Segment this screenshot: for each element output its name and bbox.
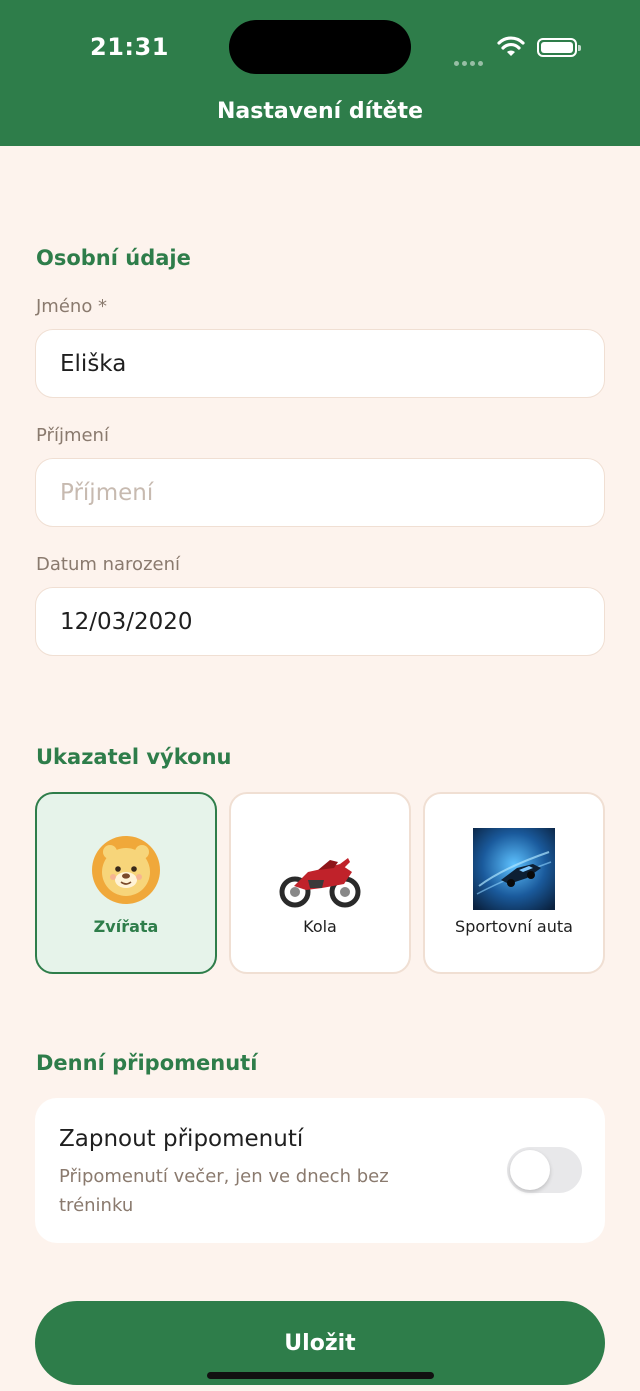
- first-name-label: Jméno *: [36, 296, 108, 317]
- app-header: 21:31 Nastavení dítěte: [0, 0, 640, 146]
- indicator-option-label: Zvířata: [93, 917, 159, 936]
- status-time: 21:31: [90, 33, 169, 61]
- dynamic-island: [229, 20, 411, 74]
- first-name-input[interactable]: [35, 329, 605, 398]
- motorcycle-icon: [279, 858, 361, 908]
- indicator-option-sports-cars[interactable]: Sportovní auta: [423, 792, 605, 974]
- birth-date-input[interactable]: [35, 587, 605, 656]
- indicator-option-bikes[interactable]: Kola: [229, 792, 411, 974]
- performance-indicator-heading: Ukazatel výkonu: [36, 745, 232, 769]
- birth-date-label: Datum narození: [36, 554, 180, 575]
- daily-reminder-heading: Denní připomenutí: [36, 1051, 258, 1075]
- battery-icon: [537, 38, 581, 57]
- indicator-option-label: Kola: [303, 917, 337, 936]
- toggle-knob: [510, 1150, 550, 1190]
- indicator-option-animals[interactable]: Zvířata: [35, 792, 217, 974]
- last-name-label: Příjmení: [36, 425, 109, 446]
- lion-icon: [92, 836, 160, 904]
- sports-car-icon: [473, 828, 555, 910]
- wifi-icon: [497, 36, 525, 56]
- reminder-card: Zapnout připomenutí Připomenutí večer, j…: [35, 1098, 605, 1243]
- reminder-toggle[interactable]: [507, 1147, 582, 1193]
- page-title: Nastavení dítěte: [216, 99, 423, 124]
- indicator-option-label: Sportovní auta: [455, 917, 573, 936]
- personal-info-heading: Osobní údaje: [36, 246, 191, 270]
- reminder-title: Zapnout připomenutí: [59, 1126, 304, 1152]
- cellular-signal-icon: [454, 51, 486, 66]
- home-indicator: [207, 1372, 434, 1379]
- last-name-input[interactable]: [35, 458, 605, 527]
- reminder-description: Připomenutí večer, jen ve dnech bez trén…: [59, 1166, 389, 1216]
